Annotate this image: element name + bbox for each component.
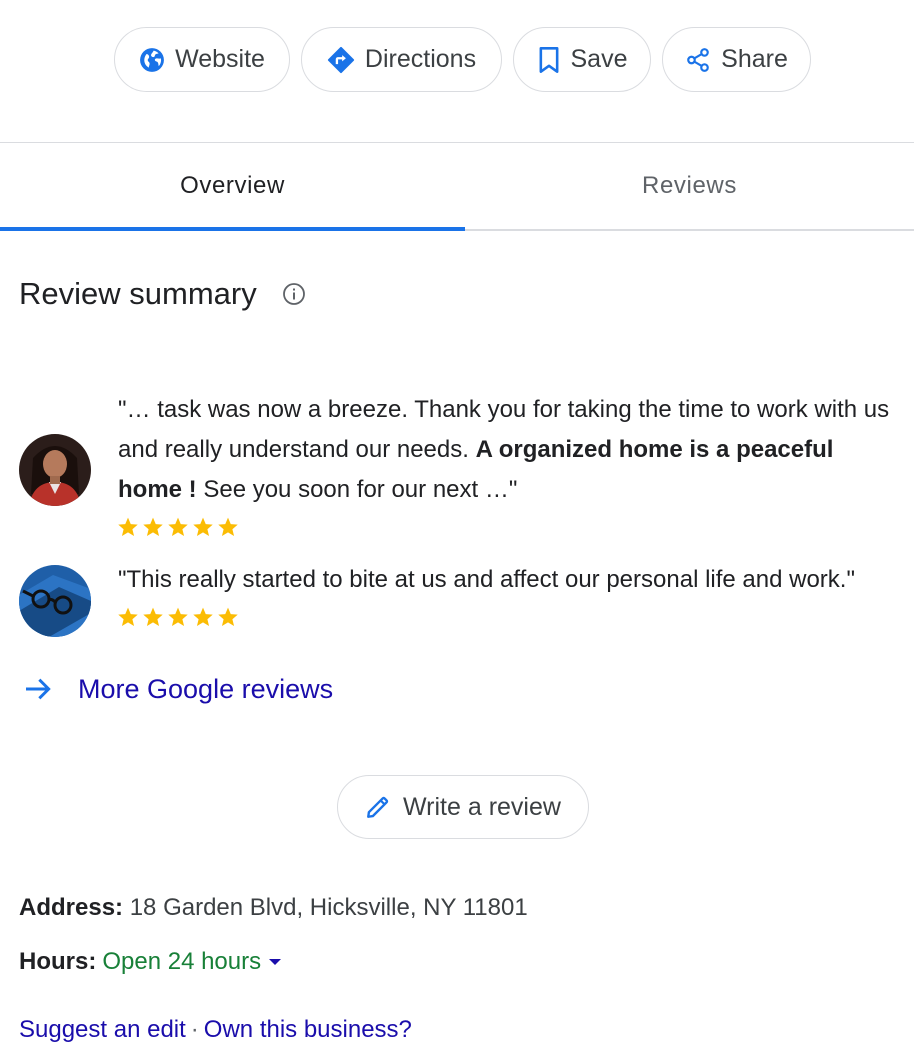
star-icon xyxy=(193,607,213,626)
action-chips: Website Directions Save Share xyxy=(0,27,914,93)
bookmark-icon xyxy=(539,46,558,73)
save-button[interactable]: Save xyxy=(513,27,651,92)
website-button[interactable]: Website xyxy=(114,27,290,92)
star-icon xyxy=(193,517,213,536)
directions-button[interactable]: Directions xyxy=(301,27,502,92)
share-button[interactable]: Share xyxy=(662,27,811,92)
hours-label: Hours: xyxy=(19,948,97,975)
tab-overview-label: Overview xyxy=(180,172,285,199)
tab-overview[interactable]: Overview xyxy=(0,143,465,229)
star-icon xyxy=(118,517,138,536)
star-icon xyxy=(218,517,238,536)
tab-reviews[interactable]: Reviews xyxy=(465,143,914,229)
address-row: Address: 18 Garden Blvd, Hicksville, NY … xyxy=(19,894,528,922)
separator: · xyxy=(190,1016,199,1043)
address-label: Address: xyxy=(19,894,124,921)
share-label: Share xyxy=(721,45,788,73)
star-icon xyxy=(143,607,163,626)
write-review-button[interactable]: Write a review xyxy=(337,775,589,839)
review-snippet: "This really started to bite at us and a… xyxy=(118,566,855,593)
address-value[interactable]: 18 Garden Blvd, Hicksville, NY 11801 xyxy=(130,894,528,921)
directions-label: Directions xyxy=(364,45,477,73)
star-icon xyxy=(168,517,188,536)
save-label: Save xyxy=(570,45,628,73)
star-icon xyxy=(168,607,188,626)
info-icon[interactable] xyxy=(282,282,306,306)
star-rating xyxy=(117,606,239,632)
star-icon xyxy=(143,517,163,536)
directions-icon xyxy=(327,46,355,73)
share-icon xyxy=(687,47,709,72)
review-summary-title: Review summary xyxy=(19,276,257,311)
pencil-icon xyxy=(367,796,389,818)
star-icon xyxy=(118,607,138,626)
website-label: Website xyxy=(175,45,265,73)
reviewer-avatar[interactable] xyxy=(19,434,91,506)
arrow-right-icon xyxy=(26,678,51,700)
review-snippet: "… task was now a breeze. Thank you for … xyxy=(118,390,898,510)
globe-icon xyxy=(140,47,164,72)
more-google-reviews-label: More Google reviews xyxy=(78,673,334,704)
star-rating xyxy=(117,516,239,542)
suggest-edit-link[interactable]: Suggest an edit xyxy=(19,1016,186,1043)
hours-value[interactable]: Open 24 hours xyxy=(102,948,261,976)
review-text-end: See you soon for our next …" xyxy=(196,476,518,503)
reviewer-photo xyxy=(19,434,91,506)
write-review-label: Write a review xyxy=(403,792,561,821)
reviewer-avatar[interactable] xyxy=(19,565,91,637)
own-business-link[interactable]: Own this business? xyxy=(204,1016,412,1043)
more-google-reviews-link[interactable]: More Google reviews xyxy=(22,673,333,705)
reviewer-photo xyxy=(19,565,91,637)
caret-down-icon[interactable] xyxy=(268,957,282,967)
tab-reviews-label: Reviews xyxy=(642,172,737,199)
hours-row: Hours: Open 24 hours xyxy=(19,948,282,976)
selected-tab-indicator xyxy=(0,227,465,231)
footer-links: Suggest an edit · Own this business? xyxy=(19,1016,412,1044)
star-icon xyxy=(218,607,238,626)
